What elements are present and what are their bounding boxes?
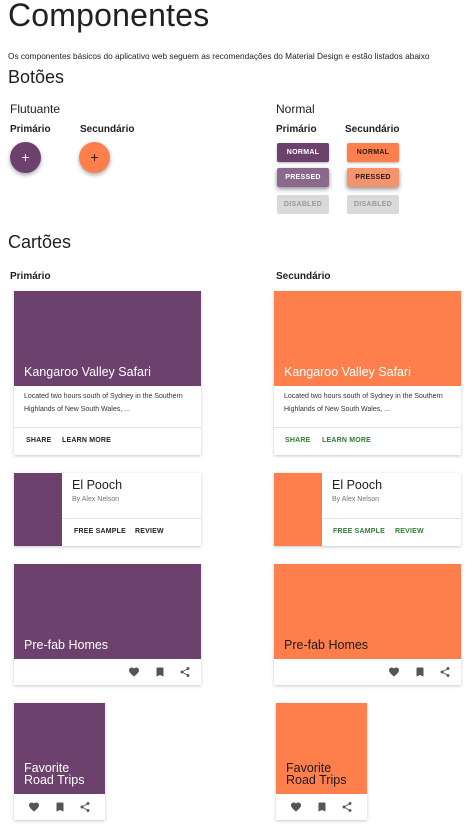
components-page: Componentes Os componentes básicos do ap…: [0, 0, 473, 829]
share-action[interactable]: SHARE: [285, 437, 311, 444]
card-description: Located two hours south of Sydney in the…: [284, 393, 443, 413]
card-title: El Pooch: [72, 478, 123, 492]
bookmark-icon[interactable]: [414, 666, 426, 678]
plus-icon: +: [90, 149, 99, 165]
card-subtitle: By Alex Nelson: [72, 496, 120, 503]
card-media: [14, 473, 62, 546]
card-title: Pre-fab Homes: [284, 638, 369, 652]
media-card-primary: Kangaroo Valley Safari Located two hours…: [14, 291, 201, 455]
share-icon[interactable]: [439, 666, 451, 678]
learn-more-action[interactable]: LEARN MORE: [62, 437, 111, 444]
card-title: El Pooch: [332, 478, 383, 492]
learn-more-action[interactable]: LEARN MORE: [322, 437, 371, 444]
secondary-disabled-button[interactable]: DISABLED: [347, 195, 399, 214]
card-divider: [322, 518, 461, 519]
card-subtitle: By Alex Nelson: [332, 496, 380, 503]
wide-icon-card-secondary: Pre-fab Homes: [274, 564, 461, 685]
cards-secondary-label: Secundário: [276, 271, 331, 282]
normal-primary-label: Primário: [276, 124, 317, 135]
heart-icon[interactable]: [128, 666, 140, 678]
bookmark-icon[interactable]: [54, 801, 66, 813]
share-icon[interactable]: [79, 801, 91, 813]
cards-primary-label: Primário: [10, 271, 51, 282]
small-icon-card-secondary: Favorite Road Trips: [276, 703, 367, 820]
card-divider: [14, 427, 201, 428]
card-title-line2: Road Trips: [24, 773, 85, 787]
share-icon[interactable]: [341, 801, 353, 813]
horizontal-card-secondary: El Pooch By Alex Nelson FREE SAMPLE REVI…: [274, 473, 461, 546]
fab-secondary-button[interactable]: +: [79, 142, 110, 173]
share-action[interactable]: SHARE: [26, 437, 52, 444]
primary-normal-button[interactable]: NORMAL: [277, 143, 329, 162]
page-intro: Os componentes básicos do aplicativo web…: [8, 51, 430, 61]
card-media: [274, 473, 322, 546]
review-action[interactable]: REVIEW: [135, 528, 164, 535]
free-sample-action[interactable]: FREE SAMPLE: [333, 528, 385, 535]
plus-icon: +: [21, 149, 30, 165]
wide-icon-card-primary: Pre-fab Homes: [14, 564, 201, 685]
page-title: Componentes: [8, 0, 210, 33]
share-icon[interactable]: [179, 666, 191, 678]
floating-primary-label: Primário: [10, 124, 51, 135]
free-sample-action[interactable]: FREE SAMPLE: [74, 528, 126, 535]
secondary-pressed-button[interactable]: PRESSED: [347, 168, 399, 187]
card-title: Kangaroo Valley Safari: [284, 365, 411, 379]
card-description: Located two hours south of Sydney in the…: [24, 393, 183, 413]
review-action[interactable]: REVIEW: [395, 528, 424, 535]
secondary-normal-button[interactable]: NORMAL: [347, 143, 399, 162]
bookmark-icon[interactable]: [316, 801, 328, 813]
card-title: Kangaroo Valley Safari: [24, 365, 151, 379]
floating-heading: Flutuante: [10, 102, 61, 116]
heart-icon[interactable]: [290, 801, 302, 813]
bookmark-icon[interactable]: [154, 666, 166, 678]
horizontal-card-primary: El Pooch By Alex Nelson FREE SAMPLE REVI…: [14, 473, 201, 546]
floating-secondary-label: Secundário: [80, 124, 135, 135]
normal-heading: Normal: [276, 102, 315, 116]
card-divider: [274, 427, 461, 428]
normal-secondary-label: Secundário: [345, 124, 400, 135]
media-card-secondary: Kangaroo Valley Safari Located two hours…: [274, 291, 461, 455]
small-icon-card-primary: Favorite Road Trips: [14, 703, 105, 820]
buttons-section-title: Botões: [8, 67, 65, 87]
card-title: Pre-fab Homes: [24, 638, 109, 652]
cards-section-title: Cartões: [8, 232, 72, 252]
heart-icon[interactable]: [388, 666, 400, 678]
card-divider: [62, 518, 201, 519]
card-title-line2: Road Trips: [286, 773, 347, 787]
heart-icon[interactable]: [28, 801, 40, 813]
fab-primary-button[interactable]: +: [10, 142, 41, 173]
primary-pressed-button[interactable]: PRESSED: [277, 168, 329, 187]
primary-disabled-button[interactable]: DISABLED: [277, 195, 329, 214]
